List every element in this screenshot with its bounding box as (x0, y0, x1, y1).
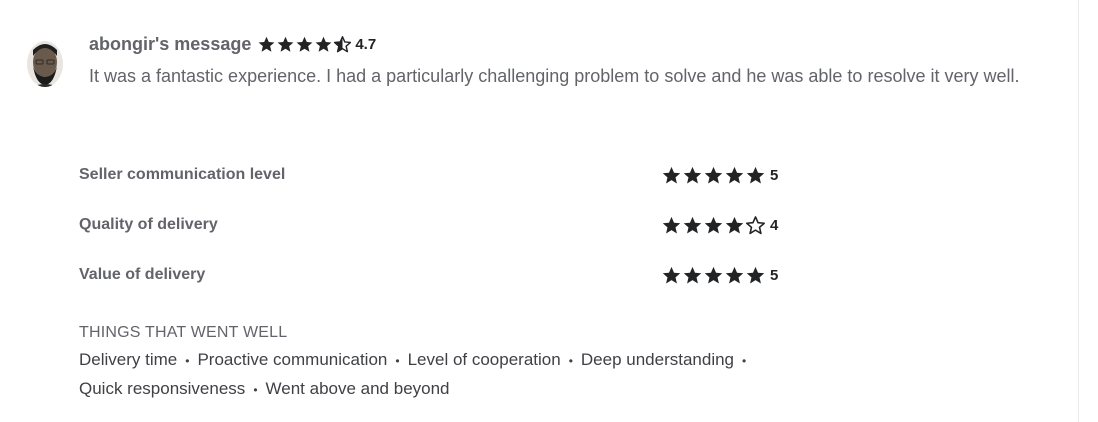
star-filled-icon (746, 166, 765, 183)
criterion-rating: 5 (661, 260, 778, 290)
criterion-stars (661, 265, 766, 286)
went-well-tag: Level of cooperation (407, 350, 561, 369)
star-filled-icon (296, 36, 313, 52)
star-filled-icon (683, 216, 702, 233)
went-well-tag: Delivery time (79, 350, 178, 369)
star-filled-icon (683, 166, 702, 183)
star-filled-icon (704, 166, 723, 183)
went-well-tag: Proactive communication (197, 350, 388, 369)
went-well-tag: Quick responsiveness (79, 379, 246, 398)
criterion-rating: 4 (661, 210, 778, 240)
criterion-row: Value of delivery 5 (79, 260, 819, 290)
review-header: abongir's message 4.7 (89, 33, 376, 55)
panel-border (1078, 0, 1079, 422)
went-well-title: THINGS THAT WENT WELL (79, 324, 288, 341)
star-outline-icon (745, 215, 766, 234)
reviewer-avatar[interactable] (24, 38, 68, 90)
criterion-label: Quality of delivery (79, 216, 218, 233)
overall-rating-value: 4.7 (355, 35, 377, 53)
went-well-tags: Delivery time • Proactive communication • Le… (79, 346, 899, 404)
star-filled-icon (662, 166, 681, 183)
criterion-rating-value: 4 (770, 216, 779, 234)
went-well-tag: Went above and beyond (265, 379, 450, 398)
star-half-icon (334, 35, 352, 52)
reviewer-title[interactable]: abongir's message (89, 34, 251, 55)
review-text: It was a fantastic experience. I had a p… (89, 66, 1020, 86)
criterion-label: Value of delivery (79, 266, 206, 283)
star-filled-icon (662, 266, 681, 283)
criterion-stars (661, 165, 766, 186)
criterion-stars (661, 215, 766, 236)
tag-separator: • (185, 354, 190, 368)
tag-separator: • (253, 383, 258, 397)
went-well-tag: Deep understanding (580, 350, 735, 369)
star-filled-icon (315, 36, 332, 52)
criterion-label: Seller communication level (79, 166, 286, 183)
overall-star-rating (257, 35, 352, 54)
star-filled-icon (746, 266, 765, 283)
criterion-row: Quality of delivery 4 (79, 210, 819, 240)
star-filled-icon (704, 216, 723, 233)
star-filled-icon (277, 36, 294, 52)
things-went-well: THINGS THAT WENT WELL Delivery time • Proa… (79, 322, 1039, 404)
tag-separator: • (568, 354, 573, 368)
star-filled-icon (683, 266, 702, 283)
star-filled-icon (662, 216, 681, 233)
star-filled-icon (258, 36, 275, 52)
star-filled-icon (725, 216, 744, 233)
criterion-rating-value: 5 (770, 166, 779, 184)
star-filled-icon (725, 166, 744, 183)
star-filled-icon (725, 266, 744, 283)
tag-separator: • (742, 354, 747, 368)
star-filled-icon (704, 266, 723, 283)
tag-separator: • (395, 354, 400, 368)
criterion-rating-value: 5 (770, 266, 779, 284)
criterion-row: Seller communication level 5 (79, 160, 819, 190)
avatar-photo (27, 41, 63, 87)
criterion-rating: 5 (661, 160, 778, 190)
